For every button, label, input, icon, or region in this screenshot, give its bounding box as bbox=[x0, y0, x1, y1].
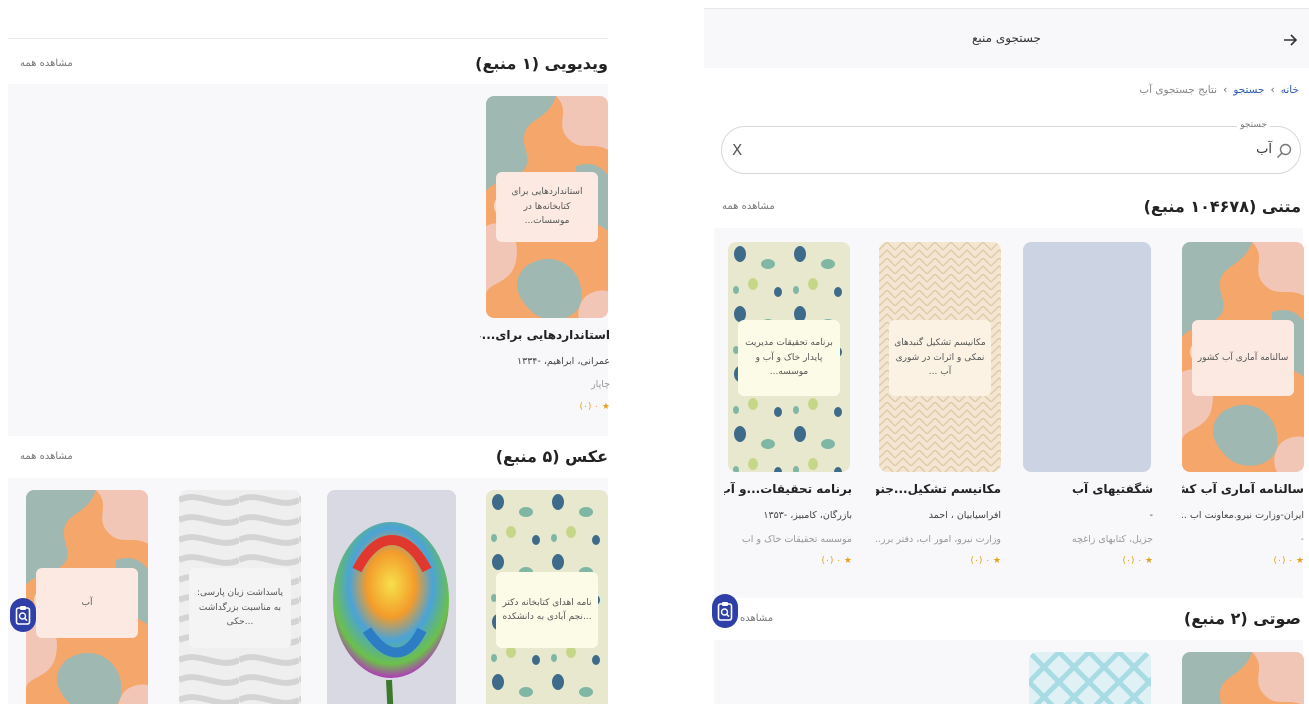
cover-text: یاسداشت زبان پارسی: به مناسبت بزرگداشت ح… bbox=[189, 568, 291, 648]
video-card-cover: استانداردهایی برای کتابخانه‌ها در موسسات… bbox=[486, 96, 608, 318]
video-card-title[interactable]: استانداردهایی برای...عال... bbox=[480, 328, 610, 342]
arrow-right-icon[interactable] bbox=[1281, 31, 1299, 49]
text-card[interactable]: شگفتیهای آب - جزیل، کتابهای زاغچه ★ ۰ (۰… bbox=[1023, 242, 1153, 592]
audio-card-cover[interactable] bbox=[1182, 652, 1304, 704]
clipboard-search-icon[interactable] bbox=[712, 594, 738, 628]
photo-card-cover[interactable]: یاسداشت زبان پارسی: به مناسبت بزرگداشت ح… bbox=[179, 490, 301, 704]
divider bbox=[8, 38, 608, 39]
clipboard-search-icon[interactable] bbox=[10, 598, 36, 632]
audio-see-all-link[interactable]: مشاهده bbox=[740, 613, 773, 624]
text-card-title[interactable]: سالنامه آماری آب کشور bbox=[1182, 482, 1304, 496]
search-field[interactable]: جستجو آب X bbox=[721, 120, 1301, 174]
text-card-title[interactable]: مکانیسم تشکیل...جنو... bbox=[876, 482, 1001, 496]
video-see-all-link[interactable]: مشاهده همه bbox=[20, 58, 73, 69]
photo-card-cover[interactable]: آب bbox=[26, 490, 148, 704]
cover-text: سالنامه آماری آب کشور bbox=[1192, 320, 1294, 396]
video-card-rating: ★ ۰ (۰) bbox=[579, 402, 610, 412]
cover-text: برنامه تحقیقات مدیریت پایدار خاک و آب و … bbox=[738, 320, 840, 396]
breadcrumb-separator: › bbox=[1223, 84, 1228, 96]
text-card-publisher: جزیل، کتابهای زاغچه bbox=[1071, 534, 1153, 545]
text-card[interactable]: برنامه تحقیقات مدیریت پایدار خاک و آب و … bbox=[724, 242, 852, 592]
breadcrumb-search[interactable]: جستجو bbox=[1233, 84, 1264, 96]
breadcrumb: خانه › جستجو › نتایج جستجوی آب bbox=[1139, 84, 1299, 96]
text-card-cover: سالنامه آماری آب کشور bbox=[1182, 242, 1304, 472]
text-card-title[interactable]: برنامه تحقیقات...و آب bbox=[724, 482, 852, 496]
text-card[interactable]: مکانیسم تشکیل گنبدهای نمکی و اثرات در شو… bbox=[876, 242, 1001, 592]
audio-section-title: صوتی (۲ منبع) bbox=[1183, 608, 1301, 628]
video-card[interactable]: استانداردهایی برای کتابخانه‌ها در موسسات… bbox=[480, 96, 610, 426]
text-card[interactable]: سالنامه آماری آب کشور سالنامه آماری آب ک… bbox=[1182, 242, 1304, 592]
text-card-cover: برنامه تحقیقات مدیریت پایدار خاک و آب و … bbox=[728, 242, 850, 472]
search-input[interactable]: آب bbox=[1256, 142, 1272, 157]
breadcrumb-current: نتایج جستجوی آب bbox=[1139, 84, 1218, 96]
text-card-rating: ★ ۰ (۰) bbox=[970, 556, 1001, 566]
photo-section-header: عکس (۵ منبع) مشاهده همه bbox=[20, 444, 608, 468]
text-section-header: متنی (۱۰۴۶۷۸ منبع) مشاهده همه bbox=[722, 194, 1301, 218]
photo-see-all-link[interactable]: مشاهده همه bbox=[20, 451, 73, 462]
photo-card-cover[interactable] bbox=[327, 490, 456, 704]
search-label: جستجو bbox=[1237, 120, 1270, 130]
clear-search-button[interactable]: X bbox=[732, 141, 742, 159]
text-card-author: ایران-وزارت نیرو.معاونت آب ... bbox=[1182, 510, 1304, 521]
search-icon bbox=[1276, 143, 1292, 159]
text-card-cover: مکانیسم تشکیل گنبدهای نمکی و اثرات در شو… bbox=[879, 242, 1001, 472]
text-card-publisher: موسسه تحقیقات خاک و آب bbox=[741, 534, 852, 545]
audio-section-header: صوتی (۲ منبع) مشاهده bbox=[740, 606, 1301, 630]
cover-text: نامه اهدای کتابخانه دکتر نجم آبادی به دا… bbox=[496, 572, 598, 648]
text-card-publisher: - bbox=[1300, 534, 1304, 545]
video-section-header: ویدیویی (۱ منبع) مشاهده همه bbox=[20, 52, 608, 74]
photo-section-title: عکس (۵ منبع) bbox=[495, 446, 608, 466]
text-card-author: بازرگان، کامبیز، -۱۳۵۳ bbox=[763, 510, 852, 521]
text-card-title[interactable]: شگفتیهای آب bbox=[1023, 482, 1153, 496]
text-card-publisher: وزارت نیرو، امور آب، دفتر برر... bbox=[876, 534, 1001, 545]
left-panel: ویدیویی (۱ منبع) مشاهده همه استانداردهای… bbox=[0, 0, 628, 704]
video-card-publisher: چاپار bbox=[591, 379, 610, 390]
cover-text: مکانیسم تشکیل گنبدهای نمکی و اثرات در شو… bbox=[889, 320, 991, 396]
text-card-rating: ★ ۰ (۰) bbox=[1273, 556, 1304, 566]
right-panel: جستجوی منبع خانه › جستجو › نتایج جستجوی … bbox=[704, 0, 1309, 704]
video-section-title: ویدیویی (۱ منبع) bbox=[475, 53, 608, 73]
video-card-area: استانداردهایی برای کتابخانه‌ها در موسسات… bbox=[8, 84, 610, 436]
photo-card-cover[interactable]: نامه اهدای کتابخانه دکتر نجم آبادی به دا… bbox=[486, 490, 608, 704]
text-card-cover bbox=[1023, 242, 1151, 472]
text-section-title: متنی (۱۰۴۶۷۸ منبع) bbox=[1143, 196, 1301, 216]
cover-text: استانداردهایی برای کتابخانه‌ها در موسسات… bbox=[496, 172, 598, 242]
text-card-rating: ★ ۰ (۰) bbox=[1122, 556, 1153, 566]
page-title: جستجوی منبع bbox=[972, 31, 1041, 45]
audio-card-cover[interactable] bbox=[1029, 652, 1151, 704]
text-card-rating: ★ ۰ (۰) bbox=[821, 556, 852, 566]
text-card-author: - bbox=[1149, 510, 1153, 521]
text-card-area: سالنامه آماری آب کشور سالنامه آماری آب ک… bbox=[714, 228, 1304, 598]
breadcrumb-home[interactable]: خانه bbox=[1281, 84, 1299, 96]
photo-card-area: نامه اهدای کتابخانه دکتر نجم آبادی به دا… bbox=[8, 478, 608, 704]
cover-text: آب bbox=[36, 568, 138, 638]
rose-image bbox=[327, 490, 456, 704]
breadcrumb-separator: › bbox=[1270, 84, 1275, 96]
text-see-all-link[interactable]: مشاهده همه bbox=[722, 201, 775, 212]
audio-card-area bbox=[714, 640, 1304, 704]
video-card-author: عمرانی، ابراهیم، -۱۳۳۴ bbox=[517, 356, 610, 367]
app-header: جستجوی منبع bbox=[704, 8, 1309, 68]
text-card-author: افراسیابیان ، احمد bbox=[928, 510, 1001, 521]
